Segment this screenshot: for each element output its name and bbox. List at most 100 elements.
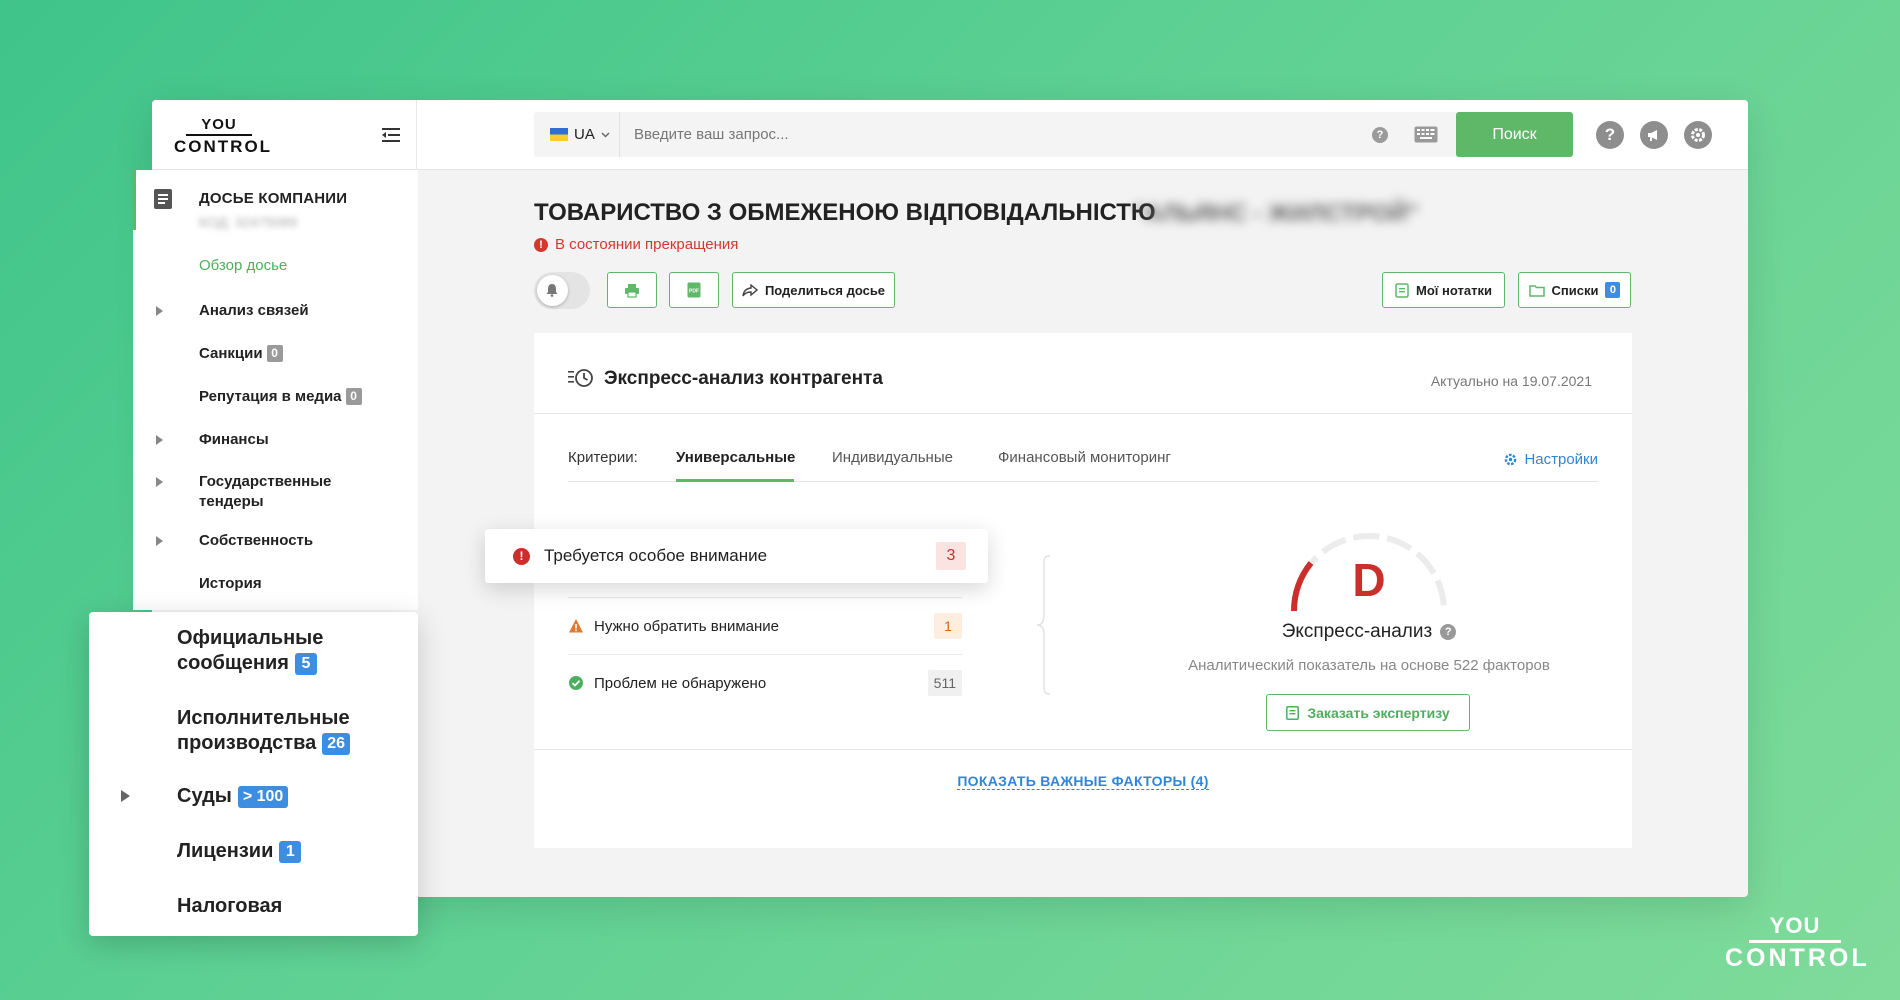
row-label: Требуется особое внимание [544, 546, 768, 565]
notes-label: Мої нотатки [1416, 282, 1492, 298]
my-notes-button[interactable]: Мої нотатки [1382, 272, 1505, 308]
sidebar-item-media[interactable]: Репутация в медиа 0 [199, 387, 362, 407]
row-attention[interactable]: Нужно обратить внимание 1 [568, 603, 962, 649]
help-icon[interactable]: ? [1372, 127, 1388, 143]
expand-arrow-icon[interactable] [156, 477, 163, 487]
group-bracket [1036, 555, 1051, 695]
expertise-label: Заказать экспертизу [1307, 704, 1450, 721]
company-name: "АЛЬЯНС - ЖИЛСТРОЙ" [1133, 200, 1419, 227]
toggle-knob [537, 275, 568, 306]
sidebar-item-enforcement[interactable]: Исполнительные производства 26 [177, 706, 351, 756]
sidebar-item-label: сообщения [177, 652, 289, 674]
menu-icon[interactable] [380, 124, 402, 146]
show-factors-text[interactable]: ПОКАЗАТЬ ВАЖНЫЕ ФАКТОРЫ (4) [957, 773, 1209, 790]
top-bar: YOU CONTROL UA ? [152, 100, 1748, 170]
sidebar-item-label: Суды [177, 785, 232, 807]
help-icon[interactable]: ? [1440, 624, 1457, 640]
divider [534, 413, 1632, 414]
company-code: КОД: 32475089 [199, 214, 298, 230]
count-badge: > 100 [237, 786, 289, 808]
notes-icon [1395, 282, 1409, 298]
expand-arrow-icon[interactable] [156, 536, 163, 546]
expand-arrow-icon[interactable] [121, 790, 130, 802]
company-status: ! В состоянии прекращения [534, 236, 738, 253]
logo-line-1: YOU [1749, 915, 1841, 943]
gauge-subtitle: Аналитический показатель на основе 522 ф… [1188, 657, 1550, 674]
document-icon [1286, 705, 1300, 720]
warning-icon [569, 619, 583, 633]
tab-individual[interactable]: Индивидуальные [832, 449, 953, 466]
sidebar-item-label: Репутация в медиа [199, 388, 342, 405]
sidebar-item-overview[interactable]: Обзор досье [199, 256, 287, 276]
sidebar-title[interactable]: ДОСЬЕ КОМПАНИИ [199, 190, 347, 207]
row-no-problems[interactable]: Проблем не обнаружено 511 [568, 660, 962, 706]
share-icon [742, 283, 758, 296]
gear-icon[interactable] [1684, 121, 1712, 149]
row-count: 511 [927, 670, 962, 696]
company-title: ТОВАРИСТВО З ОБМЕЖЕНОЮ ВІДПОВІДАЛЬНІСТЮ [534, 199, 1156, 226]
sidebar-item-label: Лицензии [177, 840, 274, 862]
tab-financial-monitoring[interactable]: Финансовый мониторинг [998, 449, 1171, 466]
print-button[interactable] [607, 272, 657, 308]
sidebar-item-finance[interactable]: Финансы [199, 430, 269, 450]
sidebar-zoom-panel: Официальные сообщения 5 Исполнительные пр… [89, 612, 418, 936]
question-icon[interactable]: ? [1596, 121, 1624, 149]
sidebar-item-property[interactable]: Собственность [199, 531, 313, 551]
youcontrol-logo[interactable]: YOU CONTROL [174, 117, 273, 156]
search-input[interactable] [634, 112, 1334, 157]
count-badge: 26 [322, 733, 351, 755]
folder-icon [1528, 284, 1545, 297]
card-title: Экспресс-анализ контрагента [604, 368, 883, 389]
print-icon [625, 283, 639, 298]
lists-label: Списки [1551, 282, 1599, 298]
sidebar-item-sanctions[interactable]: Санкции 0 [199, 344, 283, 364]
lists-button[interactable]: Списки 0 [1518, 272, 1631, 308]
settings-icon [1505, 453, 1517, 466]
sidebar-item-label: производства [177, 732, 317, 754]
sidebar-item-label: Официальные [177, 627, 324, 649]
row-count: 3 [936, 542, 966, 570]
sidebar-item-label: Исполнительные [177, 707, 350, 729]
actual-date: Актуально на 19.07.2021 [1430, 373, 1592, 389]
row-special-attention[interactable]: ! Требуется особое внимание 3 [485, 529, 988, 583]
sidebar-item-history[interactable]: История [199, 574, 262, 594]
sidebar-item-official-messages[interactable]: Официальные сообщения 5 [177, 626, 323, 676]
sidebar-item-licenses[interactable]: Лицензии 1 [177, 839, 302, 864]
row-count: 1 [934, 613, 962, 639]
expand-arrow-icon[interactable] [156, 435, 163, 445]
flag-ua-icon [550, 128, 568, 141]
keyboard-icon[interactable] [1414, 126, 1438, 143]
sidebar: ДОСЬЕ КОМПАНИИ КОД: 32475089 Обзор досье… [133, 170, 418, 610]
lists-count-badge: 0 [1605, 282, 1621, 298]
row-divider [568, 597, 962, 598]
document-icon [154, 189, 172, 209]
history-icon [568, 369, 593, 387]
search-button[interactable]: Поиск [1456, 112, 1573, 157]
corner-logo: YOU CONTROL [1725, 915, 1870, 972]
active-tab-indicator [676, 479, 794, 482]
share-dossier-button[interactable]: Поделиться досье [732, 272, 895, 308]
check-icon [569, 676, 583, 690]
express-analysis-card: Экспресс-анализ контрагента Актуально на… [534, 333, 1632, 848]
count-badge: 5 [294, 653, 317, 675]
svg-text:PDF: PDF [689, 289, 699, 295]
divider [534, 749, 1632, 750]
logo-line-2: CONTROL [1725, 944, 1870, 972]
logo-line-1: YOU [186, 117, 252, 136]
count-badge: 0 [345, 388, 362, 405]
notifications-toggle[interactable] [534, 272, 590, 309]
sidebar-item-tenders[interactable]: Государственные тендеры [199, 472, 349, 512]
settings-link[interactable]: Настройки [1503, 451, 1598, 468]
search-bar: UA ? Поиск [534, 112, 1573, 157]
language-select[interactable]: UA [534, 112, 620, 157]
sidebar-item-links[interactable]: Анализ связей [199, 301, 309, 321]
sidebar-item-label: Санкции [199, 345, 263, 362]
pdf-button[interactable]: PDF [669, 272, 719, 308]
logo-line-2: CONTROL [174, 137, 273, 156]
megaphone-icon[interactable] [1640, 121, 1668, 149]
tab-universal[interactable]: Универсальные [676, 449, 795, 466]
expand-arrow-icon[interactable] [156, 306, 163, 316]
order-expertise-button[interactable]: Заказать экспертизу [1266, 694, 1470, 731]
sidebar-item-courts[interactable]: Суды > 100 [177, 784, 289, 809]
sidebar-item-tax[interactable]: Налоговая [177, 894, 282, 919]
